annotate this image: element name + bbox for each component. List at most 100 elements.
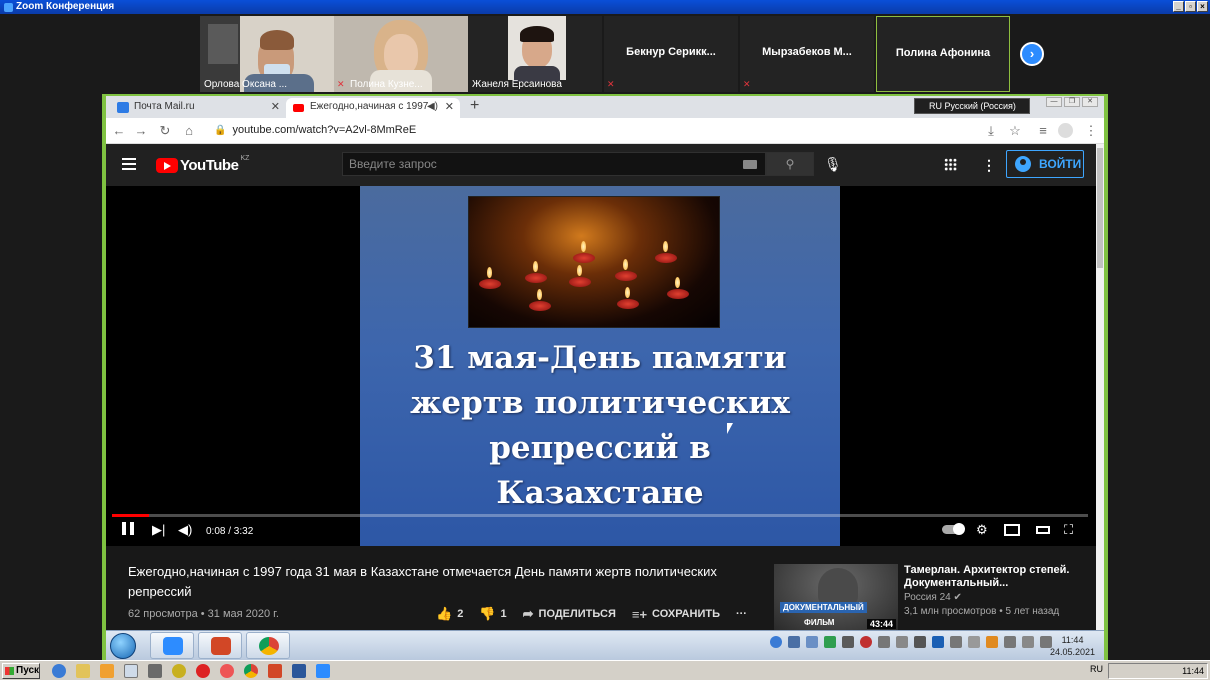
video-title: Ежегодно,начиная с 1997 года 31 мая в Ка…	[128, 564, 717, 599]
apps-grid-icon[interactable]	[944, 158, 957, 171]
app-icon[interactable]	[172, 664, 186, 678]
word-icon[interactable]	[292, 664, 306, 678]
keyboard-icon[interactable]	[743, 160, 757, 169]
minimize-icon[interactable]: _	[1173, 1, 1184, 12]
forward-arrow-icon[interactable]: →	[132, 122, 150, 140]
participant-tile-6[interactable]: Полина Афонина	[876, 16, 1010, 92]
close-icon[interactable]: ✕	[271, 98, 280, 116]
participant-tile-4[interactable]: Бекнур Серикк... ✕	[604, 16, 738, 92]
tray-icon[interactable]	[968, 636, 980, 648]
windows-start-icon[interactable]	[110, 633, 136, 659]
taskbar-zoom[interactable]	[150, 632, 194, 659]
participant-tile-3[interactable]: Жанеля Ерсаинова	[468, 16, 602, 92]
yandex-icon[interactable]	[220, 664, 234, 678]
local-clock[interactable]: 11:44	[1182, 664, 1204, 678]
tray-icon[interactable]	[806, 636, 818, 648]
tray-icon[interactable]	[842, 636, 854, 648]
ie-icon[interactable]	[52, 664, 66, 678]
media-control-icon[interactable]: ≡	[1034, 122, 1052, 140]
tray-icon[interactable]	[824, 636, 836, 648]
address-bar[interactable]: 🔒 youtube.com/watch?v=A2vl-8MmReE	[214, 124, 416, 136]
account-icon	[1015, 156, 1031, 172]
new-tab-button[interactable]: +	[470, 97, 479, 115]
tray-icon[interactable]	[878, 636, 890, 648]
search-button[interactable]: ⚲	[766, 152, 814, 176]
like-count: 2	[457, 608, 464, 620]
tray-icon[interactable]	[860, 636, 872, 648]
volume-icon[interactable]: ◀)	[178, 522, 192, 538]
tray-icon[interactable]	[950, 636, 962, 648]
taskbar-powerpoint[interactable]	[198, 632, 242, 659]
settings-gear-icon[interactable]: ⚙	[976, 522, 988, 538]
tab-mail[interactable]: Почта Mail.ru ✕	[110, 98, 286, 118]
opera-icon[interactable]	[196, 664, 210, 678]
autoplay-toggle[interactable]	[942, 523, 965, 535]
recommended-thumbnail: ДОКУМЕНТАЛЬНЫЙ ФИЛЬМ 43:44	[774, 564, 898, 630]
minimize-icon[interactable]: —	[1046, 97, 1062, 107]
close-icon[interactable]: ✕	[1082, 97, 1098, 107]
theater-mode-icon[interactable]	[1036, 526, 1050, 534]
chrome-icon[interactable]	[244, 664, 258, 678]
tray-icon[interactable]	[788, 636, 800, 648]
time-display: 0:08 / 3:32	[206, 526, 254, 537]
folder-icon[interactable]	[76, 664, 90, 678]
participant-tile-2[interactable]: ✕ Полина Кузне...	[334, 16, 468, 92]
tray-icon[interactable]	[914, 636, 926, 648]
network-icon[interactable]	[1022, 636, 1034, 648]
remote-clock[interactable]: 11:44 24.05.2021	[1050, 634, 1095, 658]
media-icon[interactable]	[100, 664, 114, 678]
more-actions-button[interactable]: ···	[736, 608, 747, 620]
zoom-icon[interactable]	[316, 664, 330, 678]
speaker-icon[interactable]: ◀)	[427, 98, 438, 116]
restore-icon[interactable]: ❐	[1064, 97, 1080, 107]
pause-icon[interactable]	[122, 522, 134, 535]
more-vertical-icon[interactable]: ⋮	[982, 156, 996, 174]
volume-icon[interactable]	[896, 636, 908, 648]
settings-icon[interactable]	[148, 664, 162, 678]
video-player[interactable]: 31 мая-День памяти жертв политических ре…	[106, 186, 1096, 546]
hamburger-menu-icon[interactable]	[122, 158, 136, 170]
like-button[interactable]: 👍 2	[436, 606, 463, 622]
tray-icon[interactable]	[986, 636, 998, 648]
restore-icon[interactable]: ▫	[1185, 1, 1196, 12]
progress-bar[interactable]	[112, 514, 1088, 517]
powerpoint-icon[interactable]	[268, 664, 282, 678]
back-arrow-icon[interactable]: ←	[110, 122, 128, 140]
recommended-video[interactable]: ДОКУМЕНТАЛЬНЫЙ ФИЛЬМ 43:44 Тамерлан. Арх…	[774, 564, 1092, 630]
signin-button[interactable]: ВОЙТИ	[1006, 150, 1084, 178]
share-button[interactable]: ➦ ПОДЕЛИТЬСЯ	[523, 606, 616, 622]
close-icon[interactable]: ✕	[445, 98, 454, 116]
youtube-logo[interactable]: YouTube KZ	[156, 155, 249, 174]
local-taskbar: Пуск RU 11:44	[0, 660, 1210, 680]
install-icon[interactable]: ⤓	[982, 122, 1000, 140]
close-icon[interactable]: ×	[1197, 1, 1208, 12]
tab-youtube[interactable]: Ежегодно,начиная с 1997 г ◀) ✕	[286, 98, 460, 118]
miniplayer-icon[interactable]	[1004, 524, 1020, 536]
taskbar-chrome[interactable]	[246, 632, 290, 659]
keyboard-language[interactable]: RU	[1090, 664, 1103, 674]
save-button[interactable]: ≡+ СОХРАНИТЬ	[632, 607, 720, 622]
scrollbar-thumb[interactable]	[1097, 148, 1103, 268]
language-indicator[interactable]: RU Русский (Россия)	[914, 98, 1030, 114]
video-frame: 31 мая-День памяти жертв политических ре…	[360, 186, 840, 546]
fullscreen-icon[interactable]: ⛶	[1064, 522, 1073, 538]
page-scrollbar[interactable]	[1096, 144, 1104, 630]
bluetooth-icon[interactable]	[932, 636, 944, 648]
tray-icon[interactable]	[1004, 636, 1016, 648]
home-icon[interactable]: ⌂	[180, 122, 198, 140]
dislike-button[interactable]: 👎 1	[479, 606, 506, 622]
help-icon[interactable]	[770, 636, 782, 648]
window-icon[interactable]	[124, 664, 138, 678]
start-button[interactable]: Пуск	[2, 663, 40, 679]
participant-tile-1[interactable]: Орлова Оксана ...	[200, 16, 334, 92]
next-video-icon[interactable]: ▶|	[152, 522, 165, 538]
search-input[interactable]: Введите запрос	[342, 152, 766, 176]
bookmark-star-icon[interactable]: ☆	[1006, 122, 1024, 140]
participant-tile-5[interactable]: Мырзабеков М... ✕	[740, 16, 874, 92]
microphone-icon[interactable]: 🎙	[824, 154, 842, 174]
menu-dots-icon[interactable]: ⋮	[1082, 122, 1100, 140]
chevron-right-icon[interactable]: ›	[1020, 42, 1044, 66]
profile-icon[interactable]	[1058, 123, 1073, 138]
channel-name: Россия 24	[904, 592, 951, 603]
reload-icon[interactable]: ↻	[156, 122, 174, 140]
